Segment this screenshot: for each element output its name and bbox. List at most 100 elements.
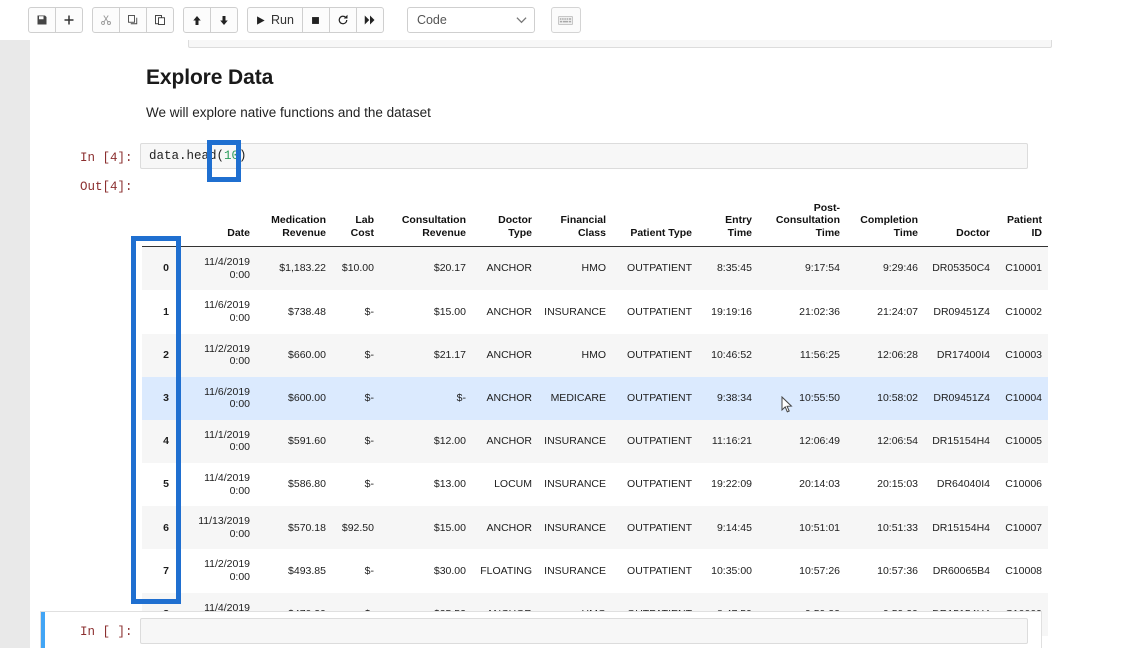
cell-consultation-revenue: $20.17	[380, 247, 472, 291]
cell-medication-revenue: $600.00	[256, 377, 332, 420]
dataframe-body: 011/4/20190:00$1,183.22$10.00$20.17ANCHO…	[142, 247, 1048, 648]
cell-medication-revenue: $738.48	[256, 290, 332, 333]
cell-completion-time: 10:51:33	[846, 506, 924, 549]
play-icon	[255, 15, 266, 26]
column-header-medication-revenue: Medication Revenue	[256, 198, 332, 247]
cell-completion-time: 21:24:07	[846, 290, 924, 333]
dataframe-output: Date Medication Revenue Lab Cost Consult…	[142, 198, 1048, 648]
chevron-down-icon	[516, 16, 527, 24]
page-title: Explore Data	[146, 66, 1026, 90]
markdown-body-text: We will explore native functions and the…	[146, 105, 1026, 120]
cell-financial-class: INSURANCE	[538, 506, 612, 549]
cell-patient-id: C10006	[996, 463, 1048, 506]
column-header-doctor-type: Doctor Type	[472, 198, 538, 247]
restart-run-all-icon[interactable]	[356, 7, 384, 33]
run-button[interactable]: Run	[247, 7, 303, 33]
cell-index: 7	[142, 549, 190, 592]
table-row: 011/4/20190:00$1,183.22$10.00$20.17ANCHO…	[142, 247, 1048, 291]
cell-medication-revenue: $586.80	[256, 463, 332, 506]
cell-patient-id: C10004	[996, 377, 1048, 420]
cell-lab-cost: $10.00	[332, 247, 380, 291]
cell-doctor: DR15154H4	[924, 506, 996, 549]
mouse-cursor	[781, 396, 793, 419]
cell-lab-cost: $92.50	[332, 506, 380, 549]
cell-financial-class: HMO	[538, 334, 612, 377]
restart-kernel-icon[interactable]	[329, 7, 357, 33]
cell-medication-revenue: $493.85	[256, 549, 332, 592]
column-header-patient-id: Patient ID	[996, 198, 1048, 247]
cell-post-consultation-time: 10:55:50	[758, 377, 846, 420]
cell-lab-cost: $-	[332, 290, 380, 333]
markdown-cell[interactable]: Explore Data We will explore native func…	[146, 66, 1026, 120]
save-icon[interactable]	[28, 7, 56, 33]
column-header-post-consultation-time: Post-Consultation Time	[758, 198, 846, 247]
cell-index: 4	[142, 420, 190, 463]
cell-patient-id: C10005	[996, 420, 1048, 463]
cell-post-consultation-time: 11:56:25	[758, 334, 846, 377]
keyboard-shortcuts-icon[interactable]	[551, 7, 581, 33]
code-argument: 10	[224, 149, 239, 163]
cell-completion-time: 9:29:46	[846, 247, 924, 291]
cell-lab-cost: $-	[332, 334, 380, 377]
cell-financial-class: INSURANCE	[538, 290, 612, 333]
cell-lab-cost: $-	[332, 377, 380, 420]
notebook-body: Explore Data We will explore native func…	[30, 40, 1085, 648]
cell-doctor-type: FLOATING	[472, 549, 538, 592]
cell-completion-time: 10:58:02	[846, 377, 924, 420]
cut-icon[interactable]	[92, 7, 120, 33]
cell-date: 11/2/20190:00	[190, 334, 256, 377]
dataframe-table: Date Medication Revenue Lab Cost Consult…	[142, 198, 1048, 648]
cell-index: 3	[142, 377, 190, 420]
cell-patient-type: OUTPATIENT	[612, 463, 698, 506]
cell-date: 11/4/20190:00	[190, 463, 256, 506]
cell-doctor: DR05350C4	[924, 247, 996, 291]
column-header-index	[142, 198, 190, 247]
cell-medication-revenue: $591.60	[256, 420, 332, 463]
cell-date: 11/4/20190:00	[190, 247, 256, 291]
cell-type-select[interactable]: Code	[407, 7, 535, 33]
cell-entry-time: 10:46:52	[698, 334, 758, 377]
cell-patient-id: C10008	[996, 549, 1048, 592]
cell-doctor: DR09451Z4	[924, 290, 996, 333]
cell-date: 11/2/20190:00	[190, 549, 256, 592]
code-input-area[interactable]: data.head(10)	[140, 143, 1028, 169]
column-header-date: Date	[190, 198, 256, 247]
table-row: 411/1/20190:00$591.60$-$12.00ANCHORINSUR…	[142, 420, 1048, 463]
clipboard-group	[92, 7, 173, 33]
run-group: Run	[247, 7, 383, 33]
run-label: Run	[271, 13, 294, 27]
move-down-icon[interactable]	[210, 7, 238, 33]
page-right-gutter	[1085, 40, 1134, 648]
column-header-doctor: Doctor	[924, 198, 996, 247]
cell-index: 0	[142, 247, 190, 291]
cell-entry-time: 19:19:16	[698, 290, 758, 333]
page-left-gutter	[0, 40, 30, 648]
move-group	[183, 7, 237, 33]
cell-completion-time: 10:57:36	[846, 549, 924, 592]
cell-patient-id: C10001	[996, 247, 1048, 291]
jupyter-notebook-screen: Run Code Explore Data We wil	[0, 0, 1134, 648]
code-text: data.head(10)	[149, 149, 247, 163]
table-row: 711/2/20190:00$493.85$-$30.00FLOATINGINS…	[142, 549, 1048, 592]
cell-consultation-revenue: $30.00	[380, 549, 472, 592]
move-up-icon[interactable]	[183, 7, 211, 33]
cell-post-consultation-time: 20:14:03	[758, 463, 846, 506]
cell-entry-time: 11:16:21	[698, 420, 758, 463]
cell-post-consultation-time: 10:57:26	[758, 549, 846, 592]
stop-icon[interactable]	[302, 7, 330, 33]
cell-completion-time: 12:06:54	[846, 420, 924, 463]
input-prompt-empty: In [ ]:	[80, 625, 133, 639]
add-cell-icon[interactable]	[55, 7, 83, 33]
cell-patient-type: OUTPATIENT	[612, 290, 698, 333]
cell-patient-type: OUTPATIENT	[612, 420, 698, 463]
table-row: 611/13/20190:00$570.18$92.50$15.00ANCHOR…	[142, 506, 1048, 549]
cell-index: 6	[142, 506, 190, 549]
paste-icon[interactable]	[146, 7, 174, 33]
cell-medication-revenue: $660.00	[256, 334, 332, 377]
copy-icon[interactable]	[119, 7, 147, 33]
table-row: 511/4/20190:00$586.80$-$13.00LOCUMINSURA…	[142, 463, 1048, 506]
empty-code-input-area[interactable]	[140, 618, 1028, 644]
cell-lab-cost: $-	[332, 549, 380, 592]
cell-lab-cost: $-	[332, 463, 380, 506]
cell-patient-id: C10002	[996, 290, 1048, 333]
